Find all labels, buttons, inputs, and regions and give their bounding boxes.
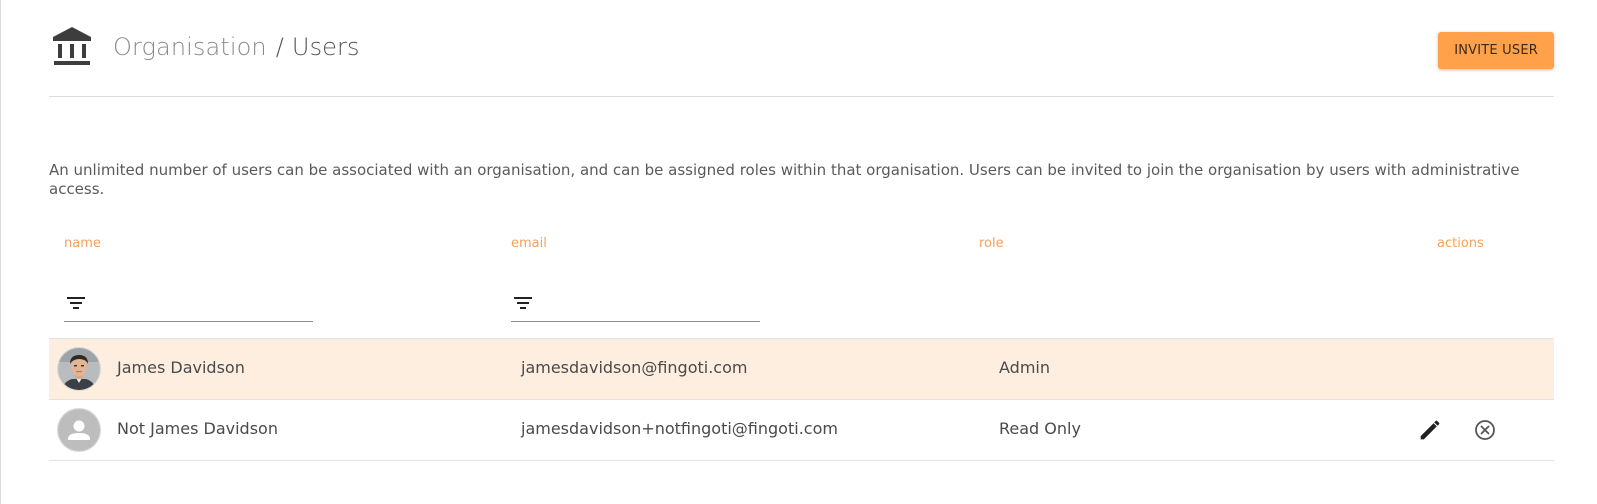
name-filter-input[interactable] <box>96 291 310 317</box>
column-header-name[interactable]: name <box>64 236 101 251</box>
breadcrumb-separator: / <box>275 33 284 61</box>
remove-user-button[interactable] <box>1471 416 1499 444</box>
column-header-actions: actions <box>1437 236 1484 251</box>
email-filter <box>511 285 760 322</box>
header-divider <box>49 96 1554 97</box>
name-filter <box>64 285 313 322</box>
user-name: Not James Davidson <box>117 419 278 438</box>
remove-circle-icon <box>1475 420 1495 440</box>
user-name: James Davidson <box>117 358 245 377</box>
user-role: Admin <box>999 358 1050 377</box>
breadcrumb: Organisation / Users <box>113 33 360 61</box>
users-table: James Davidson jamesdavidson@fingoti.com… <box>49 338 1554 461</box>
email-filter-input[interactable] <box>543 291 757 317</box>
avatar <box>58 348 100 390</box>
user-email: jamesdavidson@fingoti.com <box>521 358 748 377</box>
bank-building-icon <box>53 27 91 65</box>
breadcrumb-organisation[interactable]: Organisation <box>113 33 267 61</box>
filter-list-icon <box>514 297 532 309</box>
table-row[interactable]: James Davidson jamesdavidson@fingoti.com… <box>49 338 1554 399</box>
user-photo <box>58 348 100 390</box>
edit-pencil-icon <box>1420 420 1440 440</box>
page-header: Organisation / Users INVITE USER <box>49 24 1554 70</box>
user-email: jamesdavidson+notfingoti@fingoti.com <box>521 419 838 438</box>
page-title: Users <box>291 33 360 61</box>
edit-user-button[interactable] <box>1416 416 1444 444</box>
default-person-icon <box>58 409 100 451</box>
table-row[interactable]: Not James Davidson jamesdavidson+notfing… <box>49 399 1554 461</box>
user-role: Read Only <box>999 419 1081 438</box>
avatar <box>58 409 100 451</box>
filter-list-icon <box>67 297 85 309</box>
left-border <box>0 0 1 504</box>
column-header-email[interactable]: email <box>511 236 547 251</box>
column-header-role[interactable]: role <box>979 236 1004 251</box>
page-description: An unlimited number of users can be asso… <box>49 161 1520 198</box>
invite-user-button[interactable]: INVITE USER <box>1438 32 1554 69</box>
